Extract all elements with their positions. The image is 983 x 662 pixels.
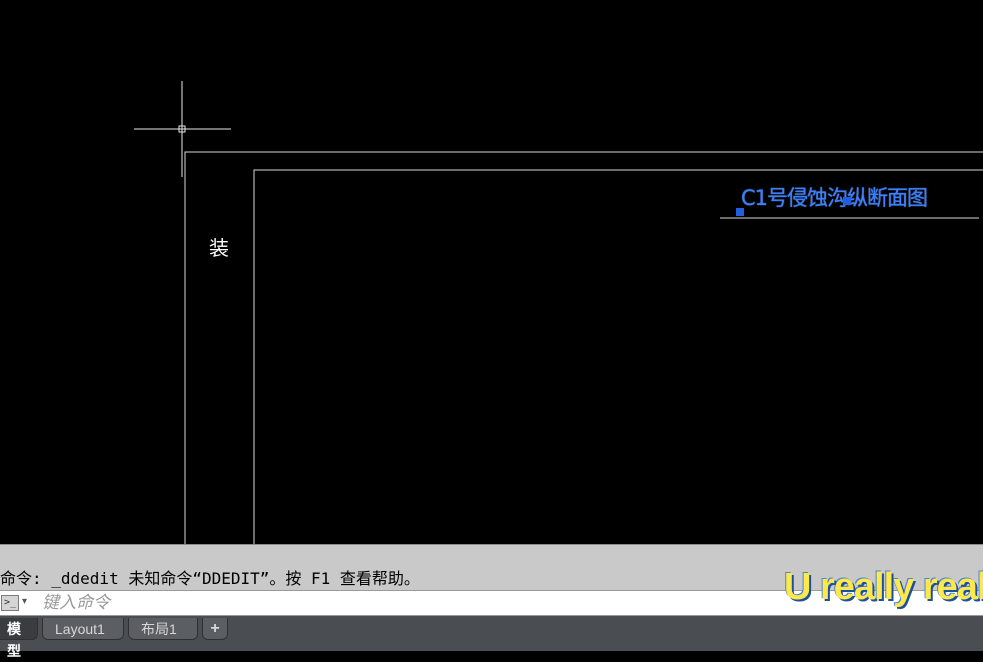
inner-border-frame[interactable]: [253, 169, 983, 544]
tab-layout-bu1[interactable]: 布局1: [128, 618, 198, 640]
drawing-canvas[interactable]: 装 C1号侵蚀沟纵断面图: [0, 0, 983, 544]
outer-border-frame[interactable]: [184, 151, 983, 544]
command-history-line: 命令: _ddedit 未知命令“DDEDIT”。按 F1 查看帮助。: [0, 569, 420, 588]
watermark-overlay: U really real: [784, 566, 983, 608]
text-grip-insertion[interactable]: [736, 208, 744, 216]
add-layout-button[interactable]: +: [202, 618, 228, 640]
drawing-title-text[interactable]: C1号侵蚀沟纵断面图: [741, 188, 928, 209]
command-prompt-icon[interactable]: >_: [1, 595, 19, 611]
tab-model[interactable]: 模型: [0, 618, 38, 659]
command-input[interactable]: [42, 592, 442, 614]
layout-tab-bar: 模型 Layout1 布局1 +: [0, 616, 983, 659]
drawing-geometry: [134, 81, 983, 544]
tab-layout1[interactable]: Layout1: [42, 618, 124, 640]
chevron-down-icon[interactable]: ▾: [22, 596, 27, 607]
text-grip-middle[interactable]: [843, 197, 851, 205]
binding-margin-label[interactable]: 装: [209, 238, 229, 258]
